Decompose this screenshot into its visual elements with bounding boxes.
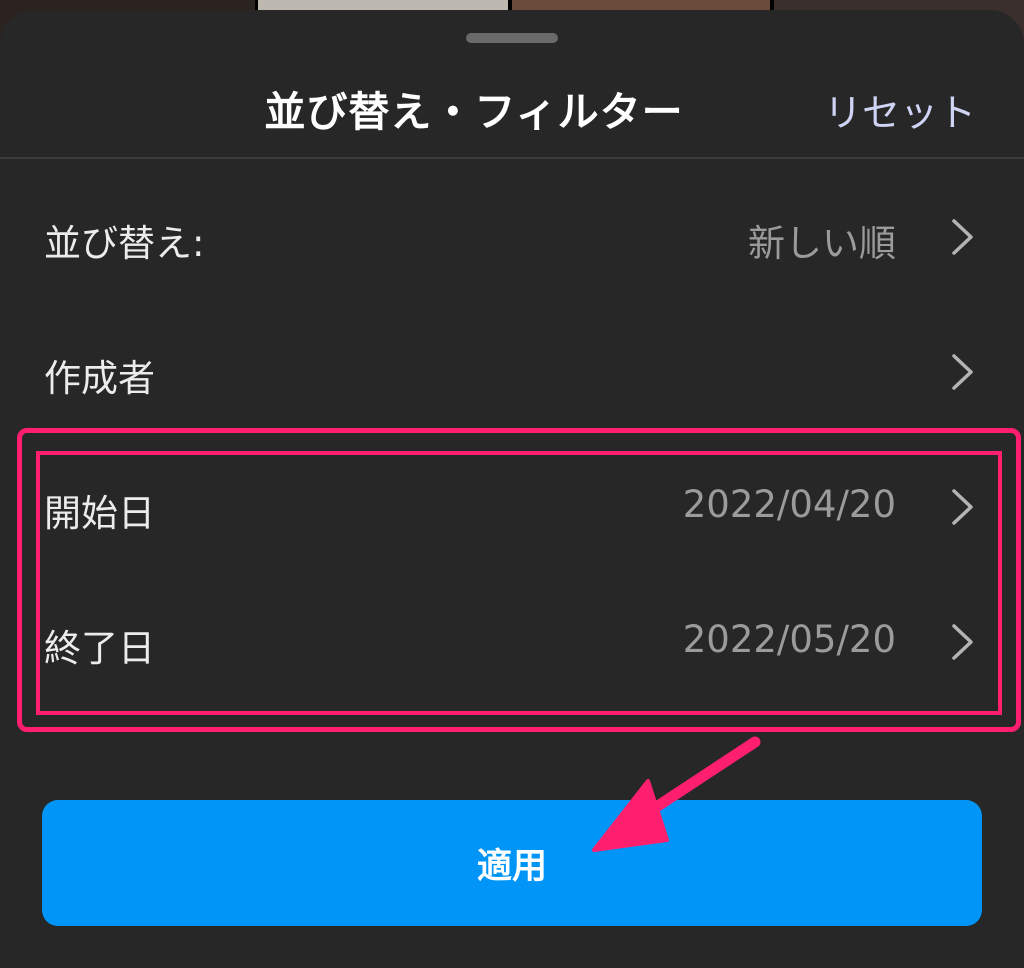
- row-value: 2022/05/20: [682, 618, 896, 661]
- row-label: 作成者: [44, 357, 155, 400]
- chevron-right-icon: [952, 489, 973, 525]
- chevron-right-icon: [952, 219, 973, 255]
- chevron-right-icon: [952, 354, 973, 390]
- end-date-row[interactable]: 終了日 2022/05/20: [0, 575, 1024, 705]
- row-value: 新しい順: [748, 222, 896, 265]
- chevron-right-icon: [952, 624, 973, 660]
- row-label: 開始日: [44, 492, 155, 535]
- start-date-row[interactable]: 開始日 2022/04/20: [0, 440, 1024, 570]
- reset-button[interactable]: リセット: [824, 82, 976, 137]
- sheet-grabber-handle[interactable]: [466, 33, 558, 43]
- sort-order-row[interactable]: 並び替え: 新しい順: [0, 170, 1024, 300]
- apply-button[interactable]: 適用: [42, 800, 982, 926]
- row-label: 並び替え:: [44, 222, 205, 265]
- row-label: 終了日: [44, 627, 155, 670]
- header-divider: [0, 157, 1024, 159]
- creator-row[interactable]: 作成者: [0, 305, 1024, 435]
- sheet-title: 並び替え・フィルター: [264, 88, 684, 136]
- row-value: 2022/04/20: [682, 483, 896, 526]
